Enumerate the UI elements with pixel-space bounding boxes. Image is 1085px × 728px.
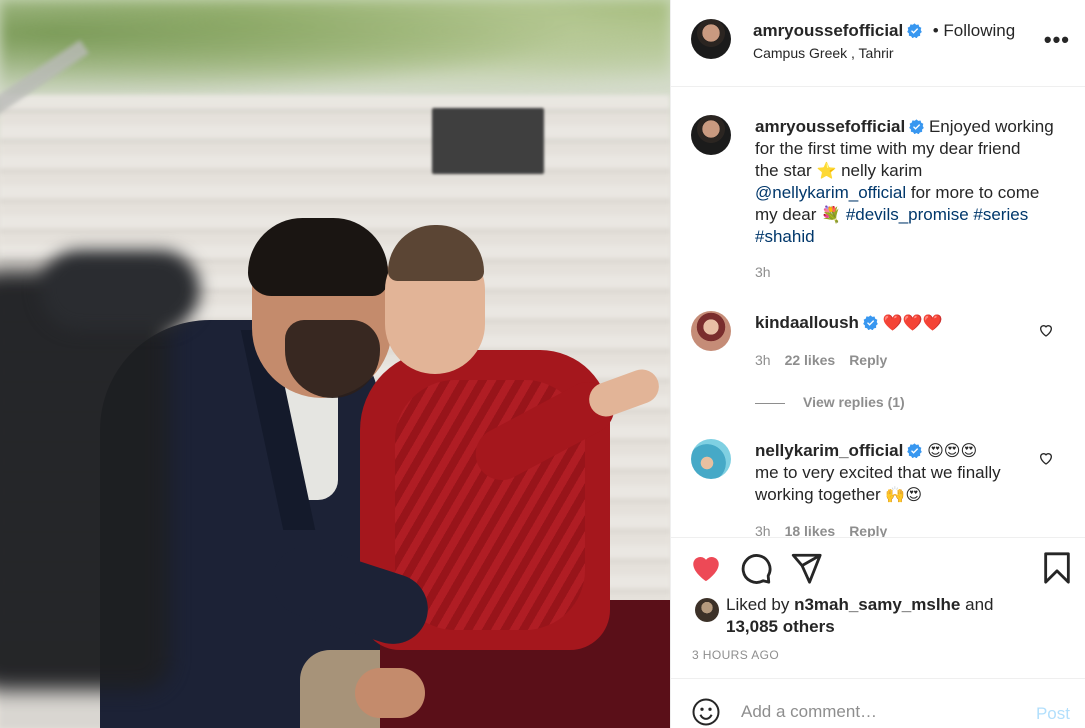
hashtag-shahid[interactable]: #shahid xyxy=(755,227,815,246)
verified-icon xyxy=(863,315,878,330)
author-avatar[interactable] xyxy=(691,19,731,59)
caption-line2: for the first time with my dear friend xyxy=(755,139,1021,158)
view-replies-button[interactable]: View replies (1) xyxy=(755,394,905,410)
comment-username[interactable]: nellykarim_official xyxy=(755,441,903,460)
comment-line2: working together xyxy=(755,485,881,504)
comment-like-heart-icon[interactable] xyxy=(1038,450,1054,466)
comment-meta: 3h 22 likes Reply xyxy=(755,352,887,368)
mention-link[interactable]: @nellykarim_official xyxy=(755,183,906,202)
heart-icon[interactable] xyxy=(689,551,723,585)
comment-icon[interactable] xyxy=(739,551,773,585)
raised-hands-emoji: 🙌😍 xyxy=(885,485,923,504)
comment-likes[interactable]: 22 likes xyxy=(785,352,836,368)
post-location[interactable]: Campus Greek , Tahrir xyxy=(753,45,894,61)
caption-time[interactable]: 3h xyxy=(755,264,771,280)
comment-meta: 3h 18 likes Reply xyxy=(755,523,887,537)
caption-text: amryoussefofficial Enjoyed working for t… xyxy=(755,116,1065,248)
foreground-camera-top xyxy=(40,250,200,330)
caption-line5-prefix: my dear xyxy=(755,205,817,224)
replies-divider xyxy=(755,402,785,404)
comment-time[interactable]: 3h xyxy=(755,523,771,537)
likes-summary: Liked by n3mah_samy_mslhe and 13,085 oth… xyxy=(726,594,994,638)
background-foliage xyxy=(0,0,670,110)
verified-icon xyxy=(909,119,925,134)
comment-like-heart-icon[interactable] xyxy=(1038,322,1054,338)
comment-text: kindaalloush ❤️❤️❤️ xyxy=(755,312,1065,334)
share-icon[interactable] xyxy=(789,551,823,585)
liked-by-prefix: Liked by xyxy=(726,595,790,614)
emoji-icon[interactable] xyxy=(691,697,721,727)
man-hand xyxy=(355,668,425,718)
author-username[interactable]: amryoussefofficial xyxy=(753,21,903,40)
post-photo[interactable] xyxy=(0,0,670,728)
post-header: amryoussefofficial • Following Campus Gr… xyxy=(671,0,1085,87)
comment-line1: me to very excited that we finally xyxy=(755,463,1001,482)
liker-avatar[interactable] xyxy=(695,598,719,622)
comment-username[interactable]: kindaalloush xyxy=(755,313,859,332)
view-replies-label: View replies (1) xyxy=(803,394,905,410)
caption-line3-prefix: the star xyxy=(755,161,812,180)
comment-bar: Post xyxy=(671,678,1085,728)
heart-eyes-emoji: 😍😍😍 xyxy=(927,441,978,460)
verified-icon xyxy=(907,23,923,38)
commenter-avatar[interactable] xyxy=(691,311,731,351)
caption-author-avatar[interactable] xyxy=(691,115,731,155)
caption-line1: Enjoyed working xyxy=(928,117,1054,136)
following-button[interactable]: • Following xyxy=(933,21,1016,40)
comment-text: nellykarim_official 😍😍😍 me to very excit… xyxy=(755,440,1065,506)
more-icon[interactable]: ••• xyxy=(1044,29,1070,51)
hashtag-series[interactable]: #series xyxy=(973,205,1028,224)
caption-line4-suffix: for more to come xyxy=(910,183,1040,202)
comment-likes[interactable]: 18 likes xyxy=(785,523,836,537)
bouquet-emoji: 💐 xyxy=(821,205,842,224)
author-line: amryoussefofficial • Following xyxy=(753,21,1015,41)
liked-and: and xyxy=(965,595,994,614)
liker-username[interactable]: n3mah_samy_mslhe xyxy=(794,595,960,614)
post-details-panel: amryoussefofficial • Following Campus Gr… xyxy=(670,0,1085,728)
foreground-camera xyxy=(0,270,170,690)
likes-others[interactable]: 13,085 others xyxy=(726,617,835,636)
commenter-avatar[interactable] xyxy=(691,439,731,479)
comment-input[interactable] xyxy=(741,699,1011,725)
bookmark-icon[interactable] xyxy=(1040,551,1074,585)
caption-author[interactable]: amryoussefofficial xyxy=(755,117,905,136)
man-hair xyxy=(248,218,388,296)
verified-icon xyxy=(907,443,923,458)
hearts-emoji: ❤️❤️❤️ xyxy=(882,313,943,332)
comment-time[interactable]: 3h xyxy=(755,352,771,368)
post-comment-button[interactable]: Post xyxy=(1036,704,1070,724)
reply-button[interactable]: Reply xyxy=(849,352,887,368)
caption-line3-suffix: nelly karim xyxy=(841,161,923,180)
background-block xyxy=(432,108,544,174)
star-emoji: ⭐ xyxy=(816,161,837,180)
post-timestamp[interactable]: 3 HOURS AGO xyxy=(692,648,779,662)
comments-scroll-area[interactable]: amryoussefofficial Enjoyed working for t… xyxy=(671,88,1085,538)
reply-button[interactable]: Reply xyxy=(849,523,887,537)
hashtag-devils-promise[interactable]: #devils_promise xyxy=(846,205,969,224)
